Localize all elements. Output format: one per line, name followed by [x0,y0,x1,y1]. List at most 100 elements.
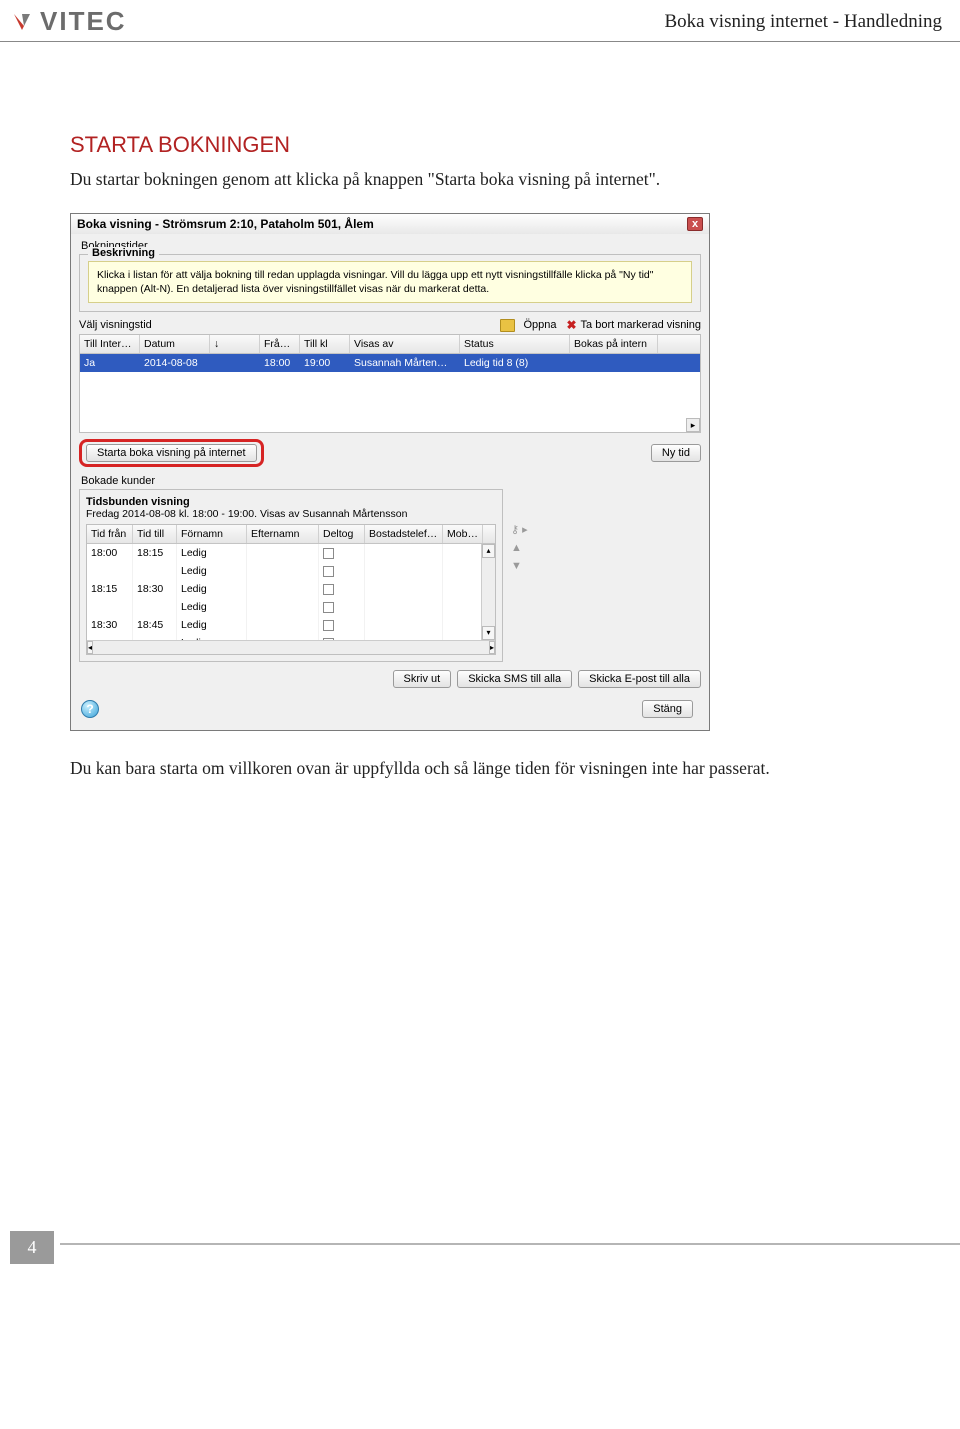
grid2-cell [365,562,443,580]
open-button[interactable]: Öppna [500,319,556,332]
grid2-row[interactable]: Ledig [87,598,495,616]
brand-logo-icon [10,10,34,34]
document-title: Boka visning internet - Handledning [664,11,942,33]
grid2-col-4: Deltog [319,525,365,543]
grid2-row[interactable]: Ledig [87,562,495,580]
grid1-row-selected[interactable]: Ja 2014-08-08 18:00 19:00 Susannah Mårte… [80,354,700,372]
checkbox-icon[interactable] [323,602,334,613]
grid1-col-5: Visas av [350,335,460,353]
start-booking-button[interactable]: Starta boka visning på internet [86,444,257,462]
grid2-cell [319,544,365,562]
checkbox-icon[interactable] [323,620,334,631]
grid2-cell [443,562,483,580]
grid1-col-3: Från kl [260,335,300,353]
grid2-cell [247,580,319,598]
grid2-col-1: Tid till [133,525,177,543]
grid2-row[interactable]: 18:3018:45Ledig [87,616,495,634]
checkbox-icon[interactable] [323,584,334,595]
close-button[interactable]: Stäng [642,700,693,718]
grid2-cell [87,598,133,616]
grid1-cell: Susannah Mårten… [350,354,460,372]
vertical-scrollbar[interactable]: ▴ ▾ [481,544,495,640]
scroll-right-icon[interactable]: ▸ [686,418,700,432]
bk-title: Tidsbunden visning [86,496,496,508]
grid2-col-2: Förnamn [177,525,247,543]
help-icon[interactable]: ? [81,700,99,718]
scroll-up-icon[interactable]: ▴ [482,544,495,558]
scroll-left-icon[interactable]: ◂ [87,641,93,654]
grid2-cell: Ledig [177,598,247,616]
down-arrow-icon[interactable]: ▼ [511,560,528,572]
send-sms-button[interactable]: Skicka SMS till alla [457,670,572,688]
side-tool-icons: ⚷ ▸ ▲ ▼ [511,523,528,572]
page-number: 4 [10,1231,54,1264]
grid1-cell: 18:00 [260,354,300,372]
bk-subtitle: Fredag 2014-08-08 kl. 18:00 - 19:00. Vis… [86,508,496,520]
grid2-cell [443,598,483,616]
grid1-col-2: ↓ [210,335,260,353]
grid2-row[interactable]: 18:1518:30Ledig [87,580,495,598]
delete-button[interactable]: Ta bort markerad visning [566,318,701,332]
checkbox-icon[interactable] [323,548,334,559]
key-icon[interactable]: ⚷ ▸ [511,523,528,536]
grid2-row[interactable]: 18:0018:15Ledig [87,544,495,562]
grid2-cell: 18:00 [87,544,133,562]
grid2-cell [87,562,133,580]
print-button[interactable]: Skriv ut [393,670,452,688]
close-icon[interactable]: x [687,217,703,231]
grid2-cell [365,616,443,634]
up-arrow-icon[interactable]: ▲ [511,542,528,554]
grid2-col-0: Tid från [87,525,133,543]
description-text: Klicka i listan för att välja bokning ti… [88,261,692,303]
grid2-col-6: Mobiltel [443,525,483,543]
grid2-cell [319,616,365,634]
grid2-cell: 18:30 [133,580,177,598]
horizontal-scrollbar[interactable]: ◂ ▸ [87,640,495,654]
grid1-header: Till Internet Datum ↓ Från kl Till kl Vi… [80,335,700,354]
grid1-cell: Ja [80,354,140,372]
grid2-cell: Ledig [177,544,247,562]
grid2-cell [319,580,365,598]
open-label: Öppna [523,319,556,331]
grid1-col-0: Till Internet [80,335,140,353]
viewing-times-grid[interactable]: Till Internet Datum ↓ Från kl Till kl Vi… [79,334,701,433]
grid2-cell [247,562,319,580]
new-time-button[interactable]: Ny tid [651,444,701,462]
send-email-button[interactable]: Skicka E-post till alla [578,670,701,688]
brand-name: VITEC [40,6,127,37]
booking-dialog: Boka visning - Strömsrum 2:10, Pataholm … [70,213,710,731]
grid1-col-7: Bokas på intern [570,335,658,353]
footer-rule [60,1243,960,1245]
dialog-title-text: Boka visning - Strömsrum 2:10, Pataholm … [77,217,374,231]
page-header: VITEC Boka visning internet - Handlednin… [0,0,960,42]
grid2-cell: 18:45 [133,616,177,634]
grid2-cell [443,580,483,598]
group-bokade-label: Bokade kunder [81,475,701,487]
grid2-cell: 18:15 [133,544,177,562]
grid2-cell [133,562,177,580]
section-heading: STARTA BOKNINGEN [70,132,890,158]
grid2-cell: Ledig [177,580,247,598]
grid1-col-1: Datum [140,335,210,353]
grid2-cell [247,616,319,634]
grid2-cell [365,544,443,562]
grid1-toolbar: Välj visningstid Öppna Ta bort markerad … [79,318,701,332]
booked-customers-grid[interactable]: Tid från Tid till Förnamn Efternamn Delt… [86,524,496,655]
grid2-cell [247,598,319,616]
scroll-right-icon[interactable]: ▸ [489,641,495,654]
scroll-down-icon[interactable]: ▾ [482,626,495,640]
grid2-cell: Ledig [177,562,247,580]
brand: VITEC [10,6,127,37]
description-fieldset: Beskrivning Klicka i listan för att välj… [79,254,701,312]
grid2-cell [443,544,483,562]
outro-paragraph: Du kan bara starta om villkoren ovan är … [70,755,890,782]
delete-label: Ta bort markerad visning [581,319,701,331]
grid1-cell: Ledig tid 8 (8) [460,354,570,372]
toolbar-left-label: Välj visningstid [79,319,152,331]
dialog-titlebar: Boka visning - Strömsrum 2:10, Pataholm … [71,214,709,234]
checkbox-icon[interactable] [323,566,334,577]
start-button-highlight: Starta boka visning på internet [79,439,264,467]
grid2-cell [319,562,365,580]
grid2-cell [247,544,319,562]
grid2-cell [319,598,365,616]
